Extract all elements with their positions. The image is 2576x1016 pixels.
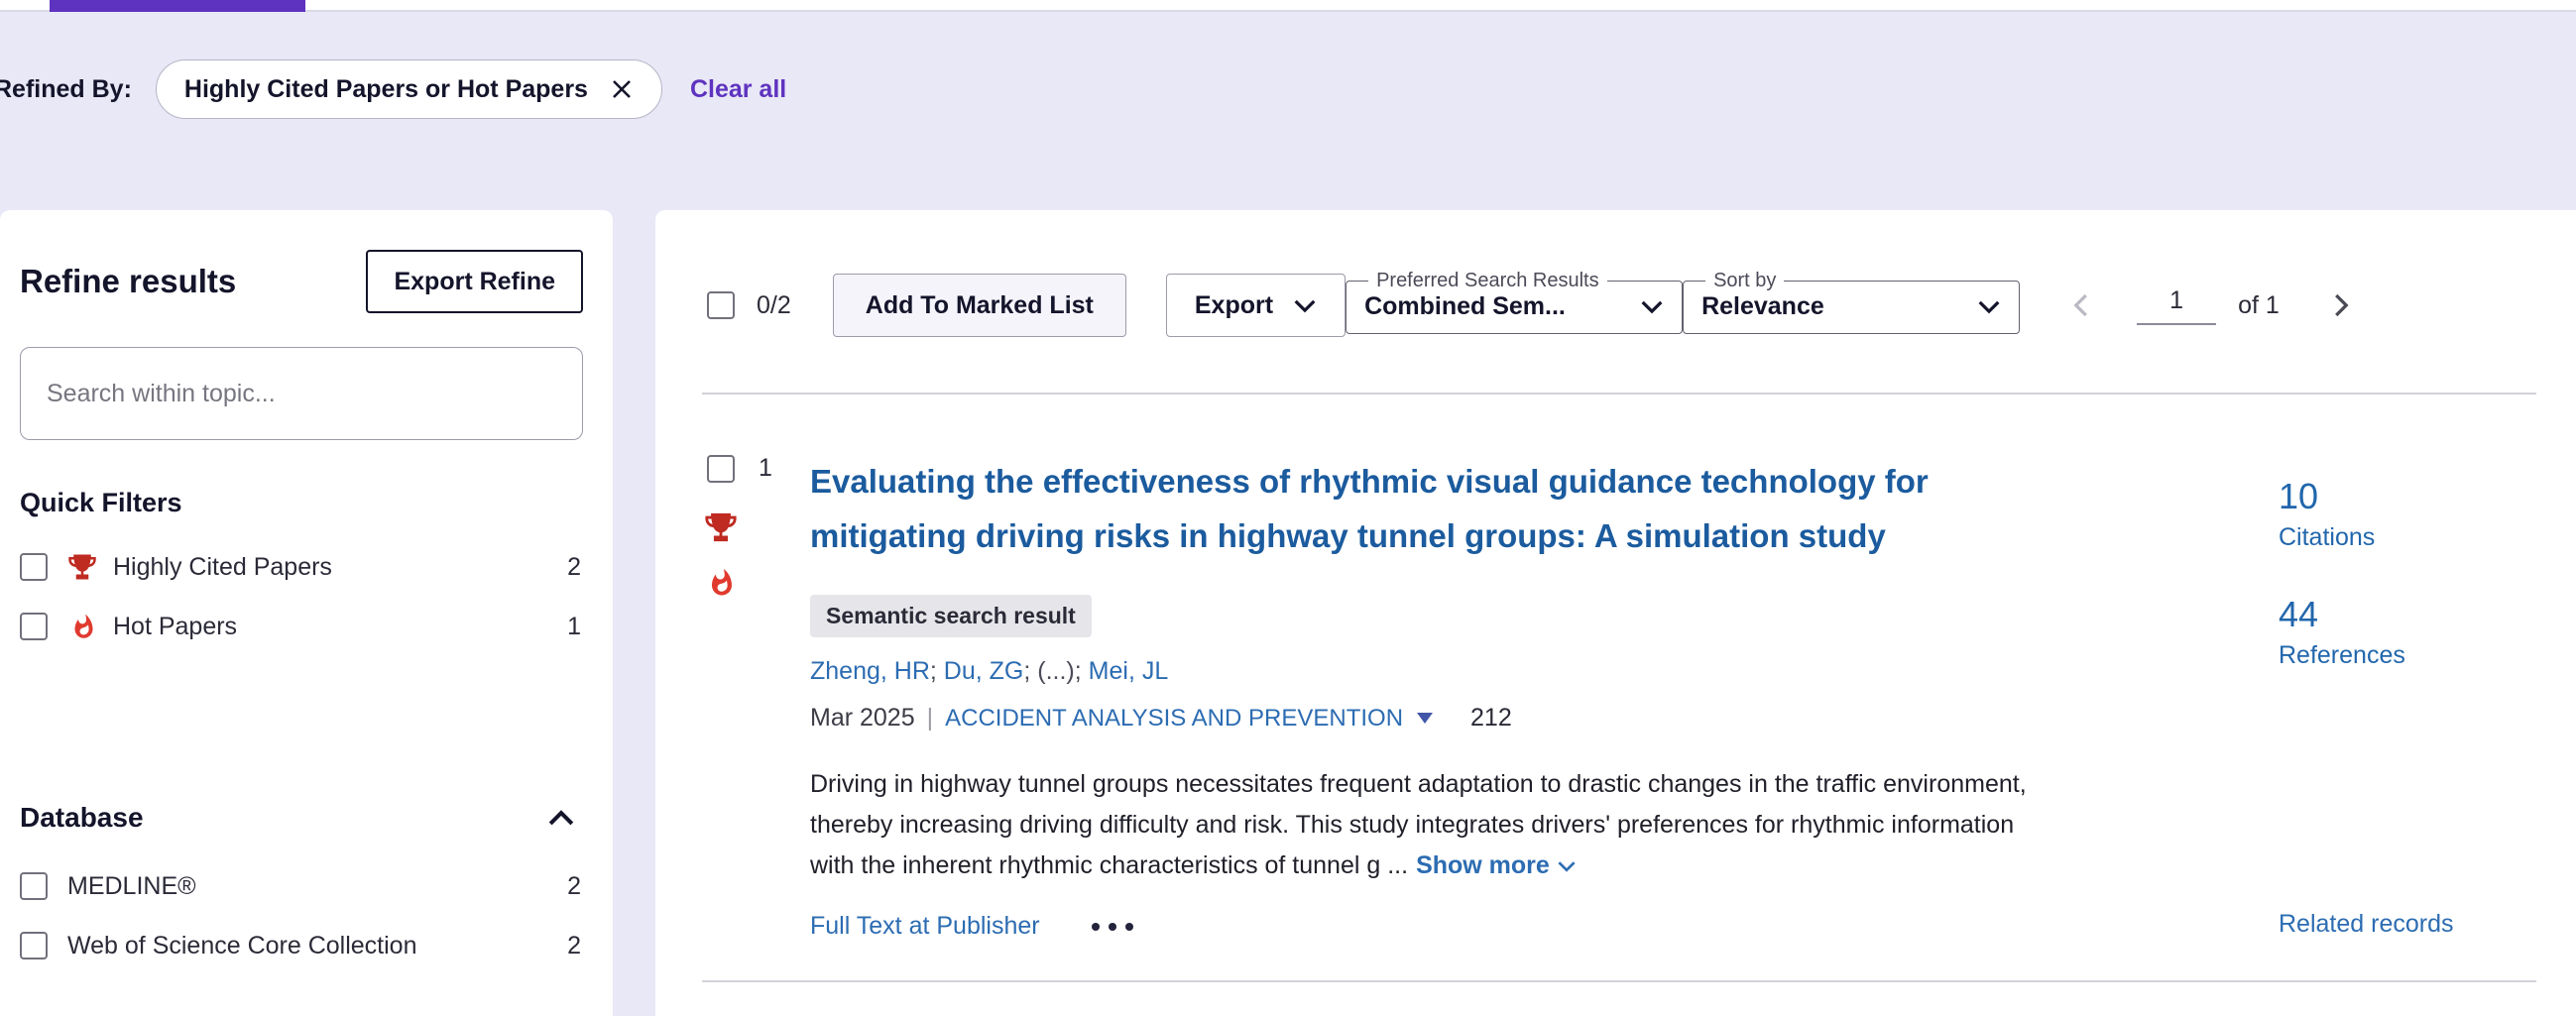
database-filter-count: 2 <box>567 872 581 901</box>
full-text-link[interactable]: Full Text at Publisher <box>810 912 1040 941</box>
database-filter-count: 2 <box>567 932 581 960</box>
export-button-label: Export <box>1195 291 1273 320</box>
database-filter-label[interactable]: Web of Science Core Collection <box>67 932 417 960</box>
references-count[interactable]: 44 <box>2279 594 2536 635</box>
page-number-input[interactable] <box>2137 286 2216 325</box>
author-link[interactable]: Zheng, HR <box>810 657 930 685</box>
author-link[interactable]: Mei, JL <box>1089 657 1169 685</box>
result-metrics: 10 Citations 44 References Related recor… <box>2040 454 2536 941</box>
refined-by-label: Refined By: <box>0 75 132 104</box>
result-title-link[interactable]: Evaluating the effectiveness of rhythmic… <box>810 454 2040 563</box>
quick-filter-hot-papers: Hot Papers 1 <box>20 600 583 653</box>
quick-filter-label[interactable]: Highly Cited Papers <box>113 553 332 582</box>
result-item: 1 Evaluating the effectiveness of rhythm… <box>707 454 2536 941</box>
highly-cited-checkbox[interactable] <box>20 553 48 581</box>
sort-by-select[interactable]: Sort by Relevance <box>1683 270 2020 334</box>
chevron-down-icon <box>1640 299 1664 314</box>
database-heading: Database <box>20 802 144 834</box>
show-more-label: Show more <box>1416 851 1550 879</box>
show-more-link[interactable]: Show more <box>1416 851 1577 879</box>
refine-results-title: Refine results <box>20 263 236 300</box>
quick-filter-label[interactable]: Hot Papers <box>113 613 237 641</box>
more-options-icon[interactable] <box>1092 923 1133 931</box>
result-links: Full Text at Publisher <box>810 912 2040 941</box>
database-filter-label[interactable]: MEDLINE® <box>67 872 196 901</box>
select-all-checkbox[interactable] <box>707 291 735 319</box>
sort-by-value: Relevance <box>1701 292 1824 321</box>
meta-separator: | <box>927 704 934 732</box>
filter-chip-label: Highly Cited Papers or Hot Papers <box>184 75 588 104</box>
database-filter-medline: MEDLINE® 2 <box>20 859 583 913</box>
page-total-label: of 1 <box>2238 291 2280 320</box>
search-within-topic-input[interactable] <box>20 347 583 440</box>
pagination: of 1 <box>2067 286 2355 325</box>
chevron-up-icon[interactable] <box>547 810 575 827</box>
preferred-results-select[interactable]: Preferred Search Results Combined Sem... <box>1346 270 1683 334</box>
journal-link[interactable]: ACCIDENT ANALYSIS AND PREVENTION <box>945 705 1403 732</box>
database-filter-wos-core: Web of Science Core Collection 2 <box>20 919 583 972</box>
author-separator: ; <box>930 657 944 685</box>
chevron-down-icon <box>1557 860 1577 872</box>
medline-checkbox[interactable] <box>20 872 48 900</box>
result-date: Mar 2025 <box>810 704 915 732</box>
result-divider <box>702 980 2536 982</box>
close-icon[interactable] <box>610 77 634 101</box>
chevron-down-icon <box>1977 299 2001 314</box>
results-panel: 0/2 Add To Marked List Export Preferred … <box>655 210 2576 1016</box>
chevron-right-icon[interactable] <box>2325 290 2355 320</box>
active-tab-indicator <box>50 0 305 12</box>
flame-icon <box>707 568 737 598</box>
result-checkbox[interactable] <box>707 455 735 483</box>
flame-icon <box>67 611 99 642</box>
semantic-result-badge: Semantic search result <box>810 595 1092 637</box>
sort-by-label: Sort by <box>1705 270 1784 292</box>
selection-count: 0/2 <box>757 291 791 320</box>
quick-filter-count: 2 <box>567 553 581 582</box>
result-meta: Mar 2025 | ACCIDENT ANALYSIS AND PREVENTIO… <box>810 704 2040 733</box>
citations-label[interactable]: Citations <box>2279 523 2536 552</box>
citations-count[interactable]: 10 <box>2279 476 2536 517</box>
chevron-left-icon[interactable] <box>2067 290 2097 320</box>
wos-core-checkbox[interactable] <box>20 932 48 960</box>
toolbar-divider <box>702 393 2536 395</box>
result-content: Evaluating the effectiveness of rhythmic… <box>810 454 2040 941</box>
result-gutter: 1 <box>707 454 810 941</box>
journal-dropdown-triangle-icon[interactable] <box>1417 713 1433 724</box>
result-abstract: Driving in highway tunnel groups necessi… <box>810 764 2040 886</box>
add-to-marked-list-button[interactable]: Add To Marked List <box>833 274 1126 337</box>
result-index: 1 <box>759 454 772 483</box>
chevron-down-icon <box>1293 298 1317 313</box>
preferred-results-label: Preferred Search Results <box>1368 270 1607 292</box>
results-toolbar: 0/2 Add To Marked List Export Preferred … <box>707 266 2536 345</box>
quick-filter-highly-cited: Highly Cited Papers 2 <box>20 540 583 594</box>
quick-filter-count: 1 <box>567 613 581 641</box>
database-section-header[interactable]: Database <box>20 802 583 834</box>
journal-volume: 212 <box>1470 704 1512 732</box>
refined-by-bar: Refined By: Highly Cited Papers or Hot P… <box>0 58 786 120</box>
author-link[interactable]: Du, ZG <box>944 657 1024 685</box>
top-tab-strip <box>0 0 2576 12</box>
related-records-link[interactable]: Related records <box>2279 910 2453 939</box>
hot-papers-checkbox[interactable] <box>20 613 48 640</box>
quick-filters-heading: Quick Filters <box>20 488 583 518</box>
export-refine-button[interactable]: Export Refine <box>366 250 583 313</box>
export-button[interactable]: Export <box>1166 274 1346 337</box>
references-label[interactable]: References <box>2279 641 2536 670</box>
trophy-icon <box>67 551 99 583</box>
clear-all-link[interactable]: Clear all <box>690 75 786 104</box>
refine-sidebar: Refine results Export Refine Quick Filte… <box>0 210 613 1016</box>
preferred-results-value: Combined Sem... <box>1364 292 1566 321</box>
trophy-icon <box>704 510 738 544</box>
author-separator: ; (...); <box>1023 657 1088 685</box>
result-authors: Zheng, HR; Du, ZG; (...); Mei, JL <box>810 657 2040 686</box>
filter-chip[interactable]: Highly Cited Papers or Hot Papers <box>156 59 662 119</box>
